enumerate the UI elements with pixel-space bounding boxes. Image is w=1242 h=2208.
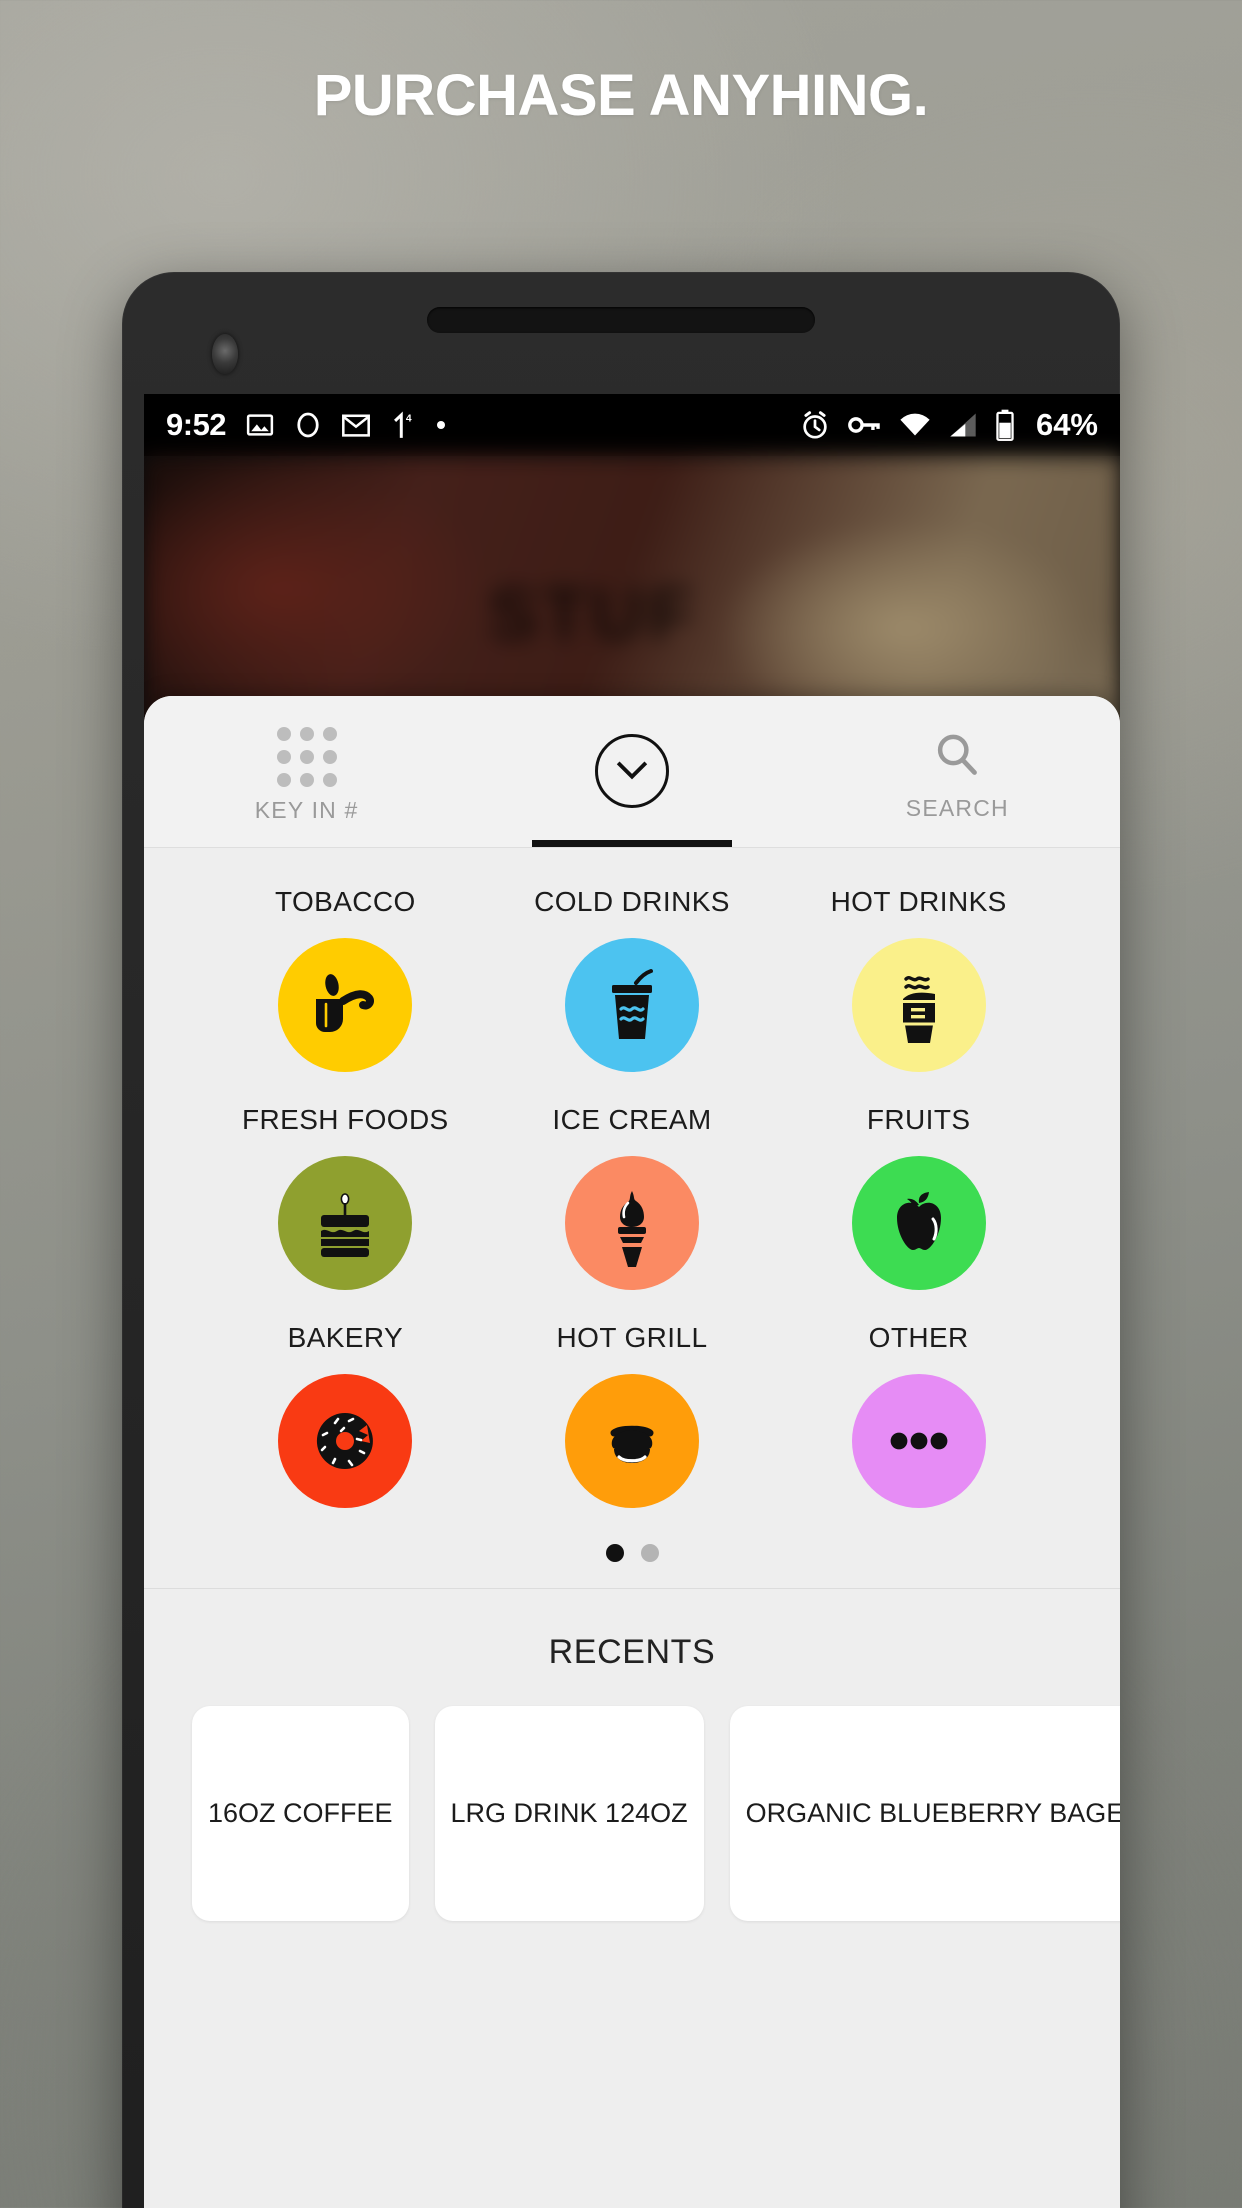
recent-item-3[interactable]: ORGANIC BLUEBERRY BAGEL VEGAN [729, 1706, 1120, 1921]
ice-cream-cone-icon [617, 1191, 646, 1267]
vpn-key-icon [848, 413, 882, 437]
tab-search-label: SEARCH [905, 794, 1009, 821]
hot-cup-icon [902, 976, 935, 1043]
category-hot-grill-label: HOT GRILL [556, 1322, 708, 1353]
apple-icon [896, 1192, 941, 1250]
pipe-icon [316, 974, 375, 1032]
one-superscript-icon: 4 [390, 409, 416, 441]
category-fresh-foods-circle [278, 1156, 413, 1290]
tab-search[interactable]: SEARCH [795, 696, 1120, 847]
category-other[interactable]: OTHER [775, 1322, 1062, 1508]
category-fruits[interactable]: FRUITS [775, 1104, 1062, 1290]
tab-key-in-number[interactable]: KEY IN # [144, 696, 469, 847]
category-hot-drinks-label: HOT DRINKS [830, 886, 1007, 917]
category-fresh-foods[interactable]: FRESH FOODS [202, 1104, 489, 1290]
cold-cup-icon [611, 969, 653, 1039]
category-fruits-label: FRUITS [866, 1104, 971, 1135]
circle-icon [294, 410, 322, 440]
category-tobacco-circle [278, 938, 413, 1072]
status-bar-left: 9:52 4 [166, 407, 447, 443]
category-grid-area: TOBACCO COLD DRINKS HOT DRINKS FRESH FOO… [144, 848, 1120, 1562]
category-grid: TOBACCO COLD DRINKS HOT DRINKS FRESH FOO… [144, 878, 1120, 1508]
earpiece-speaker-icon [427, 307, 815, 333]
photo-background-text: STUF [488, 572, 698, 656]
status-bar-right: 64% [799, 407, 1098, 443]
wifi-icon [899, 412, 931, 438]
gmail-icon [341, 411, 371, 439]
category-ice-cream-label: ICE CREAM [552, 1104, 712, 1135]
sheet-tab-bar: KEY IN # SEARCH [144, 696, 1120, 848]
category-bakery-label: BAKERY [287, 1322, 404, 1353]
dot-icon [435, 419, 447, 431]
alarm-icon [799, 409, 831, 441]
pagination-dot-1[interactable] [605, 1544, 624, 1562]
category-ice-cream-circle [564, 1156, 699, 1290]
category-fruits-circle [851, 1156, 986, 1290]
category-hot-grill[interactable]: HOT GRILL [489, 1322, 776, 1508]
category-ice-cream[interactable]: ICE CREAM [489, 1104, 776, 1290]
status-bar: 9:52 4 64% [144, 394, 1120, 456]
signal-icon [948, 412, 978, 438]
battery-percentage: 64% [1035, 407, 1098, 442]
recents-section: RECENTS 16OZ COFFEE LRG DRINK 124OZ ORGA… [144, 1589, 1120, 1921]
battery-icon [995, 409, 1015, 441]
recent-item-1[interactable]: 16OZ COFFEE [192, 1706, 409, 1921]
category-cold-drinks-circle [564, 938, 699, 1072]
recents-heading: RECENTS [548, 1633, 716, 1671]
category-hot-drinks[interactable]: HOT DRINKS [775, 886, 1062, 1072]
category-tobacco[interactable]: TOBACCO [202, 886, 489, 1072]
category-other-circle [851, 1374, 986, 1508]
ellipsis-icon [890, 1432, 948, 1450]
category-bakery[interactable]: BAKERY [202, 1322, 489, 1508]
active-tab-indicator [531, 840, 732, 847]
phone-screen: 9:52 4 64% STUF KEY IN # SEARCH TOBACCO … [144, 394, 1120, 2208]
category-cold-drinks-label: COLD DRINKS [534, 886, 730, 917]
status-bar-clock: 9:52 [166, 407, 227, 442]
hotdog-icon [610, 1425, 654, 1463]
category-other-label: OTHER [868, 1322, 969, 1353]
category-bakery-circle [278, 1374, 413, 1508]
grid-pagination-dots[interactable] [144, 1544, 1120, 1562]
page-title: PURCHASE ANYHING. [313, 63, 929, 128]
search-icon [932, 730, 982, 785]
image-icon [245, 410, 275, 440]
sandwich-icon [321, 1193, 370, 1257]
tab-key-in-number-label: KEY IN # [254, 797, 359, 823]
category-tobacco-label: TOBACCO [274, 886, 416, 917]
tab-categories[interactable] [469, 696, 794, 847]
category-cold-drinks[interactable]: COLD DRINKS [489, 886, 776, 1072]
category-hot-drinks-circle [851, 938, 986, 1072]
donut-icon [317, 1412, 374, 1470]
dialpad-icon [276, 727, 337, 787]
recents-list[interactable]: 16OZ COFFEE LRG DRINK 124OZ ORGANIC BLUE… [144, 1706, 1120, 1921]
category-hot-grill-circle [564, 1374, 699, 1508]
recent-item-2[interactable]: LRG DRINK 124OZ [434, 1706, 704, 1921]
chevron-down-circle-icon [594, 733, 669, 808]
front-camera-icon [212, 334, 238, 374]
category-fresh-foods-label: FRESH FOODS [242, 1104, 449, 1135]
svg-text:4: 4 [406, 414, 412, 425]
pagination-dot-2[interactable] [640, 1544, 659, 1562]
category-bottom-sheet: KEY IN # SEARCH TOBACCO COLD DRINKS HOT … [144, 696, 1120, 2208]
phone-mockup: 9:52 4 64% STUF KEY IN # SEARCH TOBACCO … [122, 272, 1120, 2208]
